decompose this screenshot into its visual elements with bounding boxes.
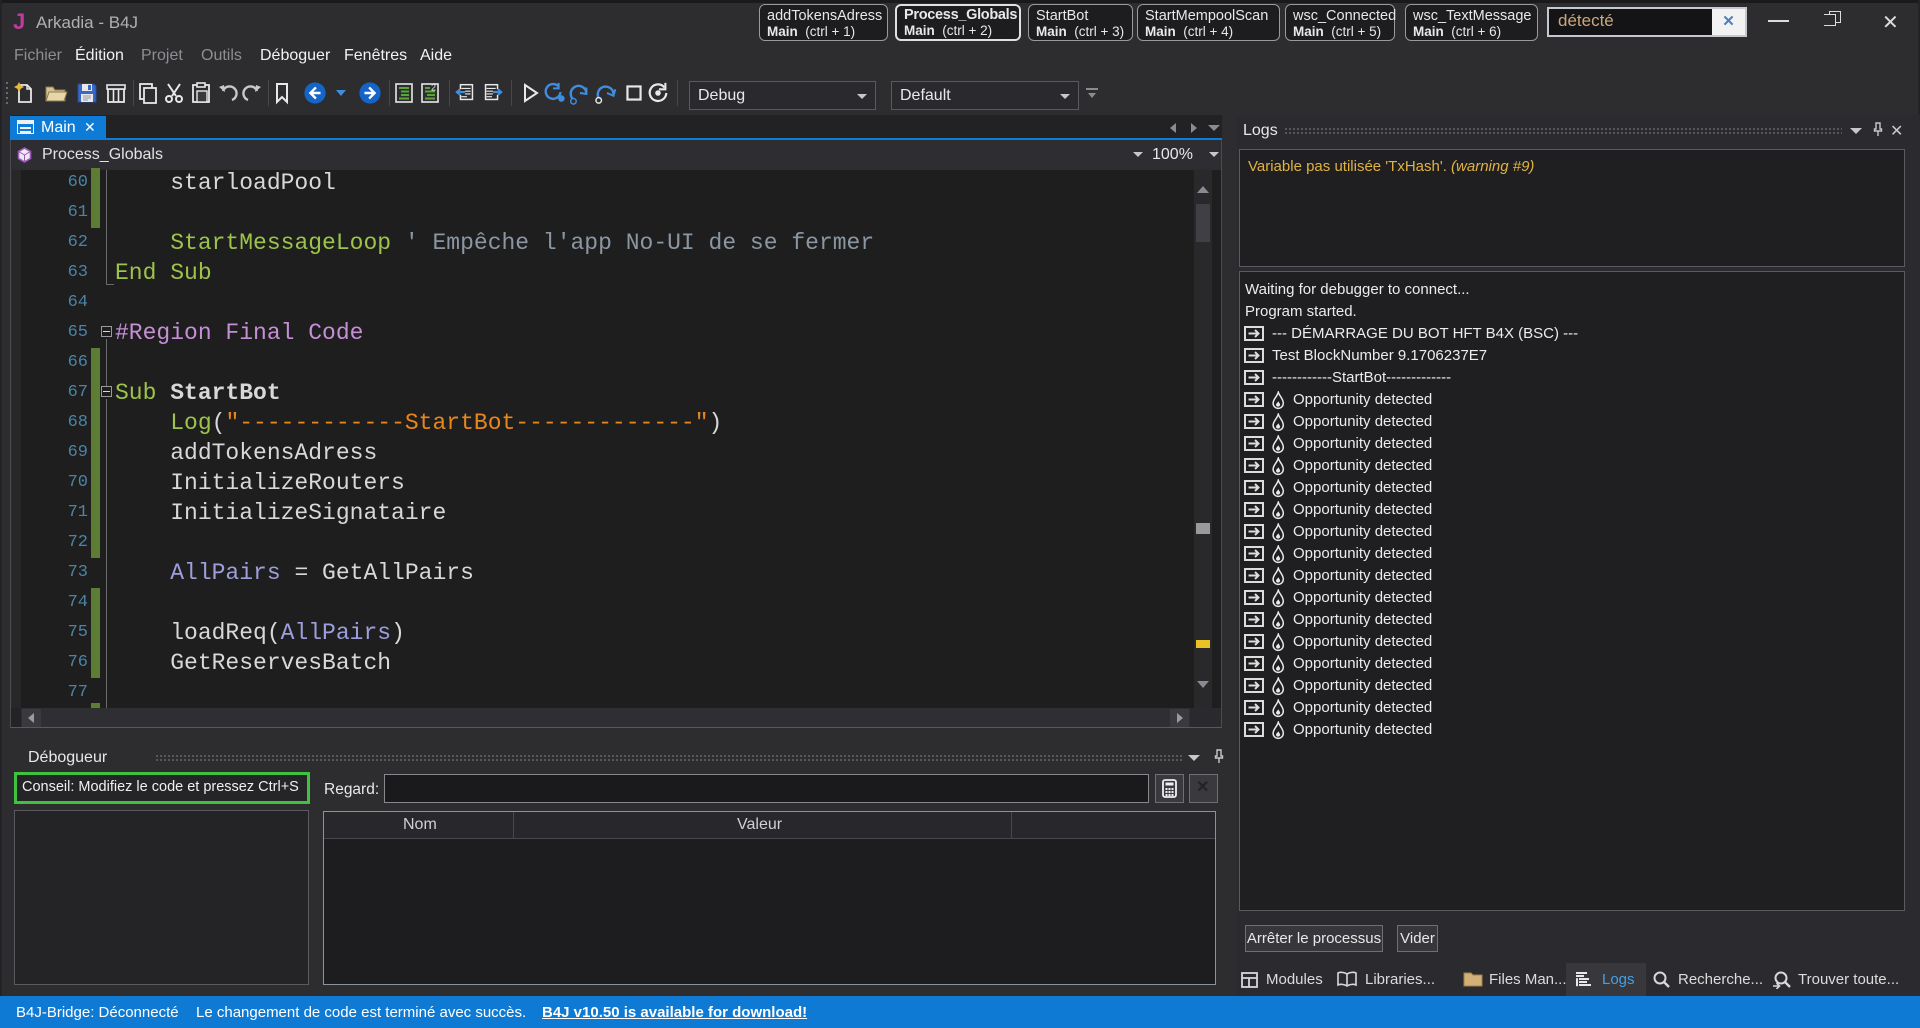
- svg-text:2: 2: [431, 83, 436, 93]
